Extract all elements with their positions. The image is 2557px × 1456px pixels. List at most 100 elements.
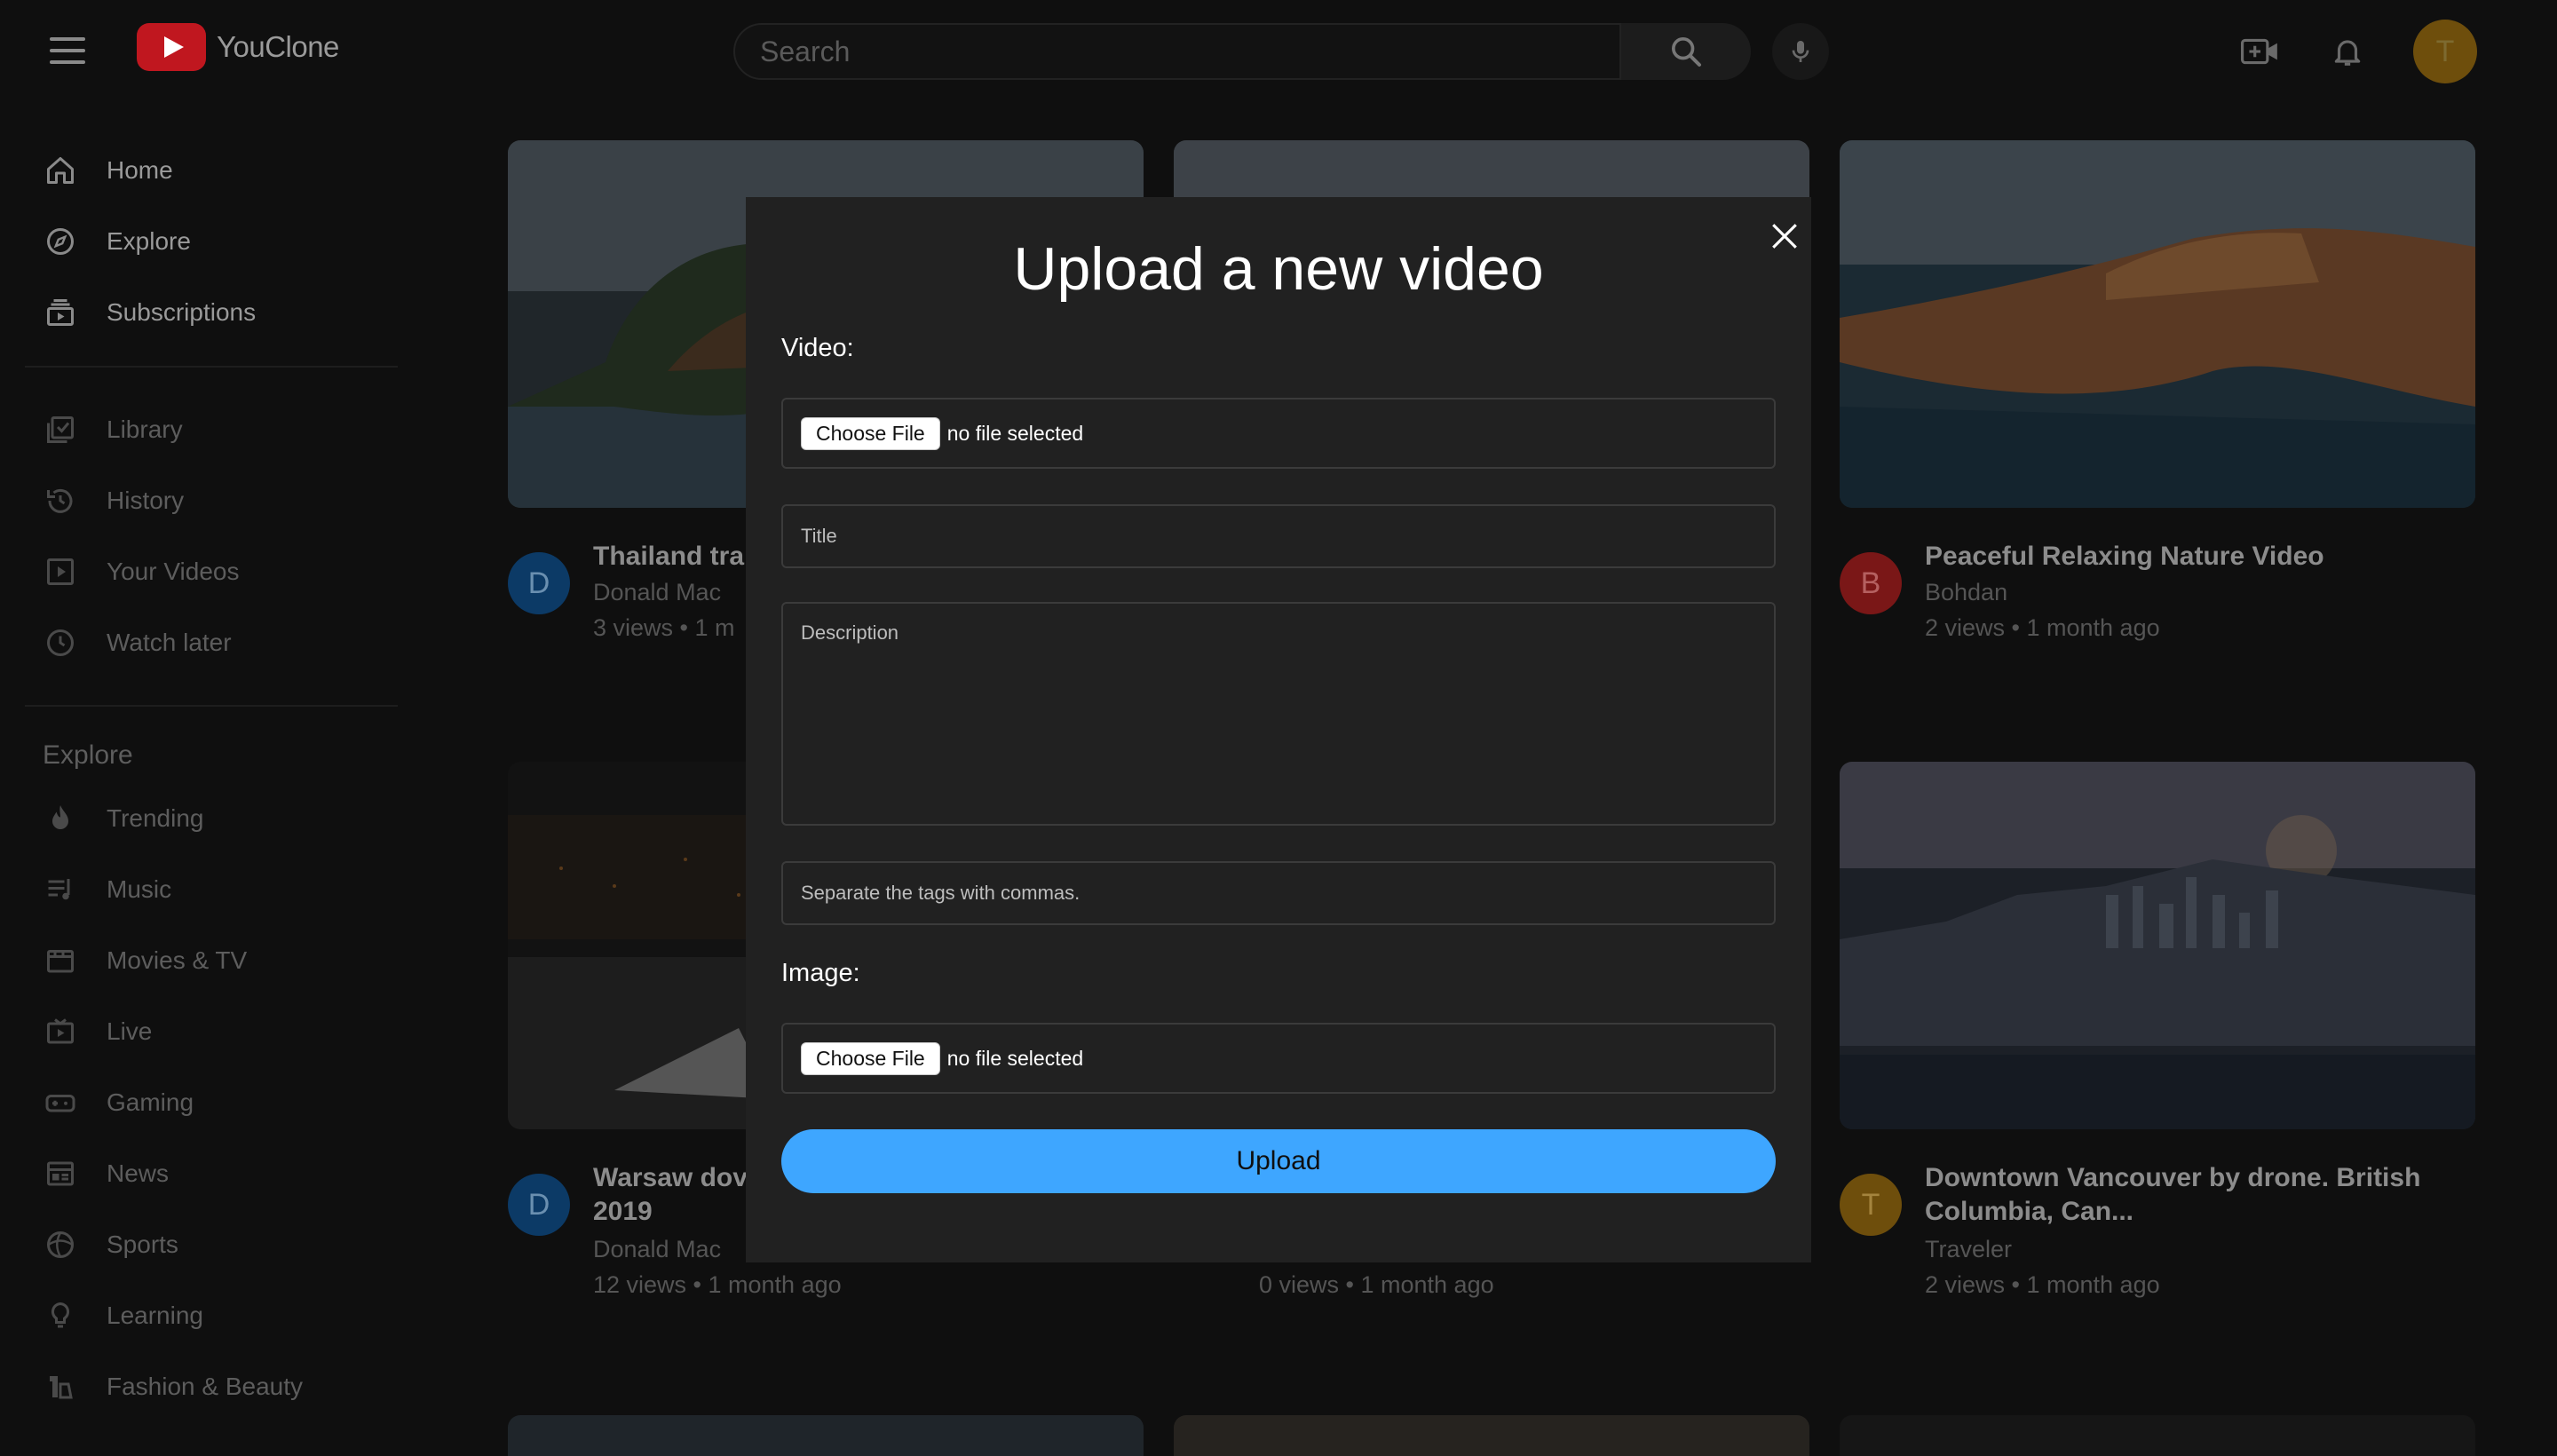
sidebar-item-label: Gaming xyxy=(107,1088,194,1116)
search-icon xyxy=(1672,37,1701,67)
sidebar-item-label: Sports xyxy=(107,1230,178,1258)
sidebar: Home Explore Subscriptions Library Histo… xyxy=(0,99,417,1456)
sidebar-item-label: Trending xyxy=(107,804,204,832)
choose-video-file-button[interactable]: Choose File xyxy=(801,416,940,450)
video-stats: 2 views • 1 month ago xyxy=(1925,614,2160,641)
your-videos-icon xyxy=(43,554,78,590)
channel-avatar[interactable]: T xyxy=(1840,1174,1902,1236)
upload-button[interactable]: Upload xyxy=(781,1129,1776,1193)
video-channel[interactable]: Donald Mac xyxy=(593,1236,721,1263)
video-thumbnail[interactable] xyxy=(1840,762,2475,1129)
sidebar-item-sports[interactable]: Sports xyxy=(43,1218,398,1271)
description-input[interactable] xyxy=(781,602,1776,826)
history-icon xyxy=(43,483,78,518)
sidebar-item-subscriptions[interactable]: Subscriptions xyxy=(43,286,398,339)
video-stats: 3 views • 1 m xyxy=(593,614,735,641)
lightbulb-icon xyxy=(43,1298,78,1333)
title-input[interactable] xyxy=(781,504,1776,568)
notifications-button[interactable] xyxy=(2326,32,2369,71)
video-file-input[interactable]: Choose File no file selected xyxy=(781,398,1776,469)
sidebar-item-label: News xyxy=(107,1159,170,1187)
sidebar-item-trending[interactable]: Trending xyxy=(43,792,398,845)
sidebar-item-label: Live xyxy=(107,1017,153,1045)
sidebar-item-watch-later[interactable]: Watch later xyxy=(43,616,398,669)
user-avatar[interactable]: T xyxy=(2413,20,2477,83)
sidebar-divider xyxy=(25,366,398,368)
sidebar-item-label: Music xyxy=(107,875,172,903)
sidebar-item-label: Movies & TV xyxy=(107,946,248,974)
channel-avatar[interactable]: D xyxy=(508,1174,570,1236)
sidebar-item-label: Learning xyxy=(107,1302,203,1329)
sidebar-item-gaming[interactable]: Gaming xyxy=(43,1076,398,1129)
clock-icon xyxy=(43,625,78,661)
video-thumbnail[interactable] xyxy=(508,1415,1144,1456)
sidebar-item-home[interactable]: Home xyxy=(43,144,398,197)
sidebar-item-label: Explore xyxy=(107,227,191,255)
video-thumbnail[interactable] xyxy=(1840,1415,2475,1456)
library-icon xyxy=(43,412,78,447)
video-thumbnail[interactable] xyxy=(1174,1415,1809,1456)
gamepad-icon xyxy=(43,1085,78,1120)
sidebar-item-label: Library xyxy=(107,415,183,443)
voice-search-button[interactable] xyxy=(1772,23,1829,80)
image-label: Image: xyxy=(781,959,860,987)
video-file-status: no file selected xyxy=(946,421,1084,445)
video-thumbnail[interactable] xyxy=(1840,140,2475,508)
video-add-icon xyxy=(2241,38,2277,65)
sidebar-item-live[interactable]: Live xyxy=(43,1005,398,1058)
video-label: Video: xyxy=(781,334,854,362)
play-logo-icon xyxy=(137,23,206,71)
trophy-icon xyxy=(43,1227,78,1262)
subscriptions-icon xyxy=(43,295,78,330)
sidebar-item-label: Watch later xyxy=(107,629,232,656)
brand-name: YouClone xyxy=(217,30,339,63)
logo[interactable]: YouClone xyxy=(137,23,339,71)
sidebar-item-movies-tv[interactable]: Movies & TV xyxy=(43,934,398,987)
news-icon xyxy=(43,1156,78,1191)
sidebar-item-explore[interactable]: Explore xyxy=(43,215,398,268)
bell-icon xyxy=(2334,40,2361,66)
video-title[interactable]: Downtown Vancouver by drone. British Col… xyxy=(1925,1161,2475,1229)
choose-image-file-button[interactable]: Choose File xyxy=(801,1041,940,1075)
video-channel[interactable]: Traveler xyxy=(1925,1236,2012,1263)
video-title[interactable]: Peaceful Relaxing Nature Video xyxy=(1925,540,2475,574)
channel-avatar[interactable]: B xyxy=(1840,552,1902,614)
explore-heading: Explore xyxy=(43,740,133,770)
video-stats: 12 views • 1 month ago xyxy=(593,1271,842,1298)
top-bar: YouClone T xyxy=(0,0,2557,99)
film-icon xyxy=(43,943,78,978)
flame-icon xyxy=(43,801,78,836)
music-icon xyxy=(43,872,78,907)
video-channel[interactable]: Donald Mac xyxy=(593,579,721,606)
sidebar-item-history[interactable]: History xyxy=(43,474,398,527)
sidebar-item-label: History xyxy=(107,487,185,514)
tags-input[interactable] xyxy=(781,861,1776,925)
sidebar-item-fashion-beauty[interactable]: Fashion & Beauty xyxy=(43,1360,398,1413)
sidebar-item-learning[interactable]: Learning xyxy=(43,1289,398,1342)
video-card[interactable]: B Peaceful Relaxing Nature Video Bohdan … xyxy=(1840,140,2475,641)
sidebar-item-label: Home xyxy=(107,156,173,184)
sidebar-item-label: Fashion & Beauty xyxy=(107,1373,304,1400)
close-button[interactable] xyxy=(1763,215,1806,257)
search-input[interactable] xyxy=(760,25,1586,78)
sidebar-divider xyxy=(25,705,398,707)
live-icon xyxy=(43,1014,78,1049)
sidebar-item-music[interactable]: Music xyxy=(43,863,398,916)
search-button[interactable] xyxy=(1621,23,1751,80)
hanger-icon xyxy=(43,1369,78,1405)
sidebar-item-news[interactable]: News xyxy=(43,1147,398,1200)
sidebar-item-your-videos[interactable]: Your Videos xyxy=(43,545,398,598)
sidebar-item-label: Subscriptions xyxy=(107,298,257,326)
video-channel[interactable]: Bohdan xyxy=(1925,579,2007,606)
create-video-button[interactable] xyxy=(2239,32,2282,71)
channel-avatar[interactable]: D xyxy=(508,552,570,614)
sidebar-item-library[interactable]: Library xyxy=(43,403,398,456)
home-icon xyxy=(43,153,78,188)
microphone-icon xyxy=(1792,41,1809,62)
menu-icon[interactable] xyxy=(50,37,85,64)
upload-modal: Upload a new video Video: Choose File no… xyxy=(746,197,1811,1262)
video-card[interactable]: T Downtown Vancouver by drone. British C… xyxy=(1840,762,2475,1298)
sidebar-item-label: Your Videos xyxy=(107,558,240,585)
image-file-input[interactable]: Choose File no file selected xyxy=(781,1023,1776,1094)
search-box xyxy=(733,23,1621,80)
